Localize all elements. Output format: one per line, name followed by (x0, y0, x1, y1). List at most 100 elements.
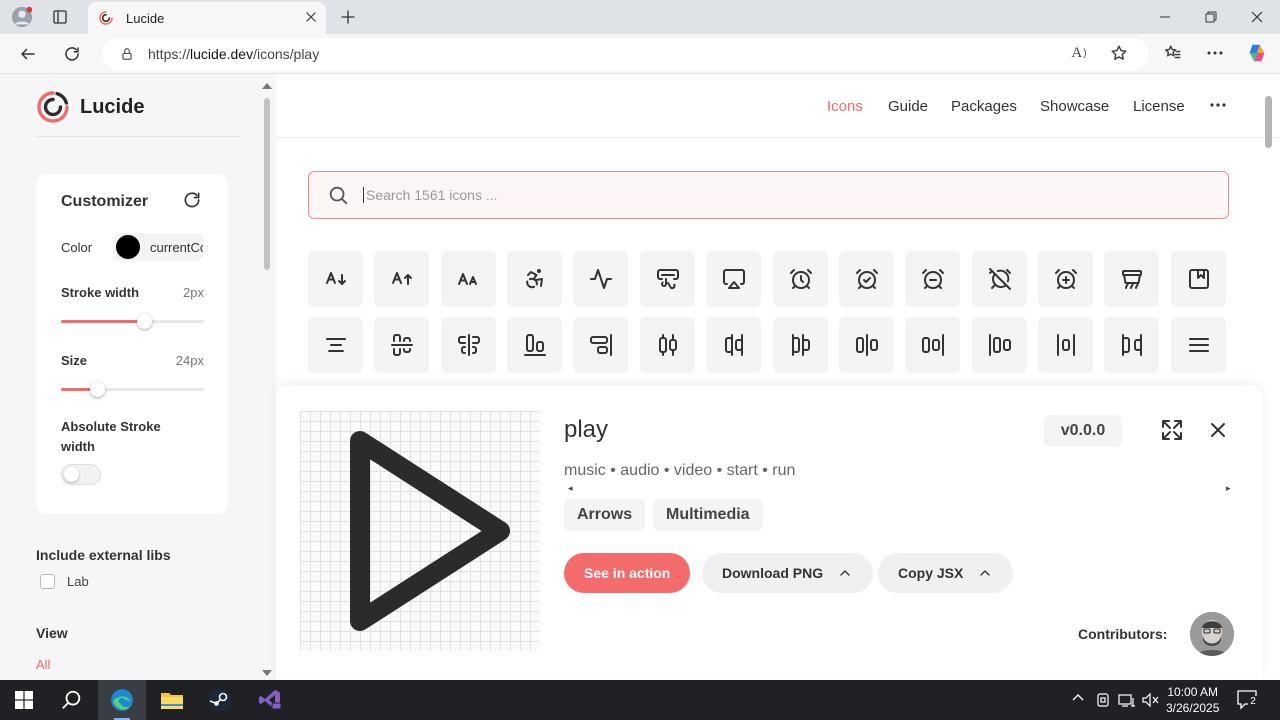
alarm-clock-off-icon[interactable] (972, 251, 1027, 307)
alarm-clock-check-icon[interactable] (839, 251, 894, 307)
align-horizontal-justify-center-icon[interactable] (839, 317, 894, 373)
align-justify-icon[interactable] (1171, 317, 1226, 373)
category-arrows-badge[interactable]: Arrows (564, 499, 646, 531)
nav-icons-link[interactable]: Icons (827, 98, 863, 115)
system-clock[interactable]: 10:00 AM 3/26/2025 (1166, 684, 1219, 716)
visual-studio-icon[interactable] (246, 680, 294, 720)
align-horizontal-space-between-icon[interactable] (1104, 317, 1159, 373)
back-arrow-icon[interactable] (14, 42, 42, 66)
edge-browser-icon[interactable] (98, 680, 146, 720)
tab-actions-icon[interactable] (46, 5, 74, 29)
a-arrow-down-icon[interactable] (308, 251, 363, 307)
tray-app-icon[interactable] (1096, 692, 1110, 708)
nav-guide-link[interactable]: Guide (888, 98, 928, 115)
network-icon[interactable] (1118, 692, 1136, 708)
category-multimedia-badge[interactable]: Multimedia (653, 499, 763, 531)
stroke-width-slider[interactable] (61, 314, 204, 329)
chevron-up-icon[interactable] (837, 565, 853, 581)
align-horizontal-distribute-end-icon[interactable] (706, 317, 761, 373)
volume-muted-icon[interactable] (1142, 692, 1160, 708)
reset-icon[interactable] (182, 190, 202, 210)
copy-jsx-button[interactable]: Copy JSX (878, 553, 1014, 593)
sidebar-scroll-down-icon[interactable] (262, 670, 272, 676)
color-swatch[interactable] (116, 235, 140, 259)
alarm-clock-icon[interactable] (773, 251, 828, 307)
align-horizontal-distribute-center-icon[interactable] (640, 317, 695, 373)
nav-license-link[interactable]: License (1133, 98, 1185, 115)
size-slider[interactable] (61, 382, 204, 397)
lab-checkbox[interactable] (40, 574, 55, 589)
tags-scroll-left-icon[interactable]: ◂ (568, 483, 573, 494)
nav-showcase-link[interactable]: Showcase (1040, 98, 1109, 115)
view-all-link[interactable]: All (36, 657, 50, 672)
taskbar-search-icon[interactable] (48, 680, 96, 720)
tray-overflow-icon[interactable] (1072, 692, 1084, 704)
restore-window-icon[interactable] (1188, 4, 1234, 30)
fullscreen-icon[interactable] (1160, 418, 1184, 442)
size-slider-knob[interactable] (89, 382, 105, 397)
align-horizontal-justify-end-icon[interactable] (905, 317, 960, 373)
icon-search-input[interactable] (363, 187, 1163, 203)
browser-tab[interactable]: Lucide (88, 2, 326, 34)
sidebar-scrollbar[interactable] (262, 80, 272, 676)
nav-packages-link[interactable]: Packages (951, 98, 1017, 115)
close-tab-icon[interactable] (304, 10, 318, 24)
steam-icon[interactable] (196, 680, 244, 720)
url-prefix: https:// (148, 46, 191, 62)
chevron-up-icon[interactable] (977, 565, 993, 581)
stroke-width-slider-knob[interactable] (136, 314, 152, 329)
main-scroll-thumb[interactable] (1265, 96, 1272, 148)
a-arrow-up-icon[interactable] (374, 251, 429, 307)
close-window-icon[interactable] (1234, 4, 1280, 30)
more-menu-icon[interactable] (1204, 42, 1226, 64)
new-tab-button[interactable] (334, 5, 362, 29)
icon-search-box[interactable] (308, 171, 1229, 219)
read-aloud-icon[interactable]: A) (1068, 42, 1090, 64)
color-picker[interactable]: currentColor (113, 233, 203, 261)
align-end-horizontal-icon[interactable] (507, 317, 562, 373)
refresh-icon[interactable] (58, 42, 86, 66)
airplay-icon[interactable] (706, 251, 761, 307)
favorite-star-icon[interactable] (1108, 42, 1130, 64)
a-large-small-icon[interactable] (441, 251, 496, 307)
copilot-icon[interactable] (1246, 42, 1268, 64)
play-icon (350, 431, 510, 631)
download-png-button[interactable]: Download PNG (702, 553, 874, 593)
contributor-avatar[interactable] (1190, 612, 1234, 656)
alarm-clock-minus-icon[interactable] (905, 251, 960, 307)
download-png-label: Download PNG (722, 565, 824, 581)
address-toolbar: https://lucide.dev/icons/play A) (0, 34, 1280, 74)
brand-logo[interactable]: Lucide (36, 90, 144, 124)
tags-scroll-right-icon[interactable]: ▸ (1226, 483, 1231, 494)
absolute-stroke-toggle[interactable] (61, 464, 101, 485)
sidebar-scroll-thumb[interactable] (264, 98, 270, 270)
align-center-icon[interactable] (308, 317, 363, 373)
url-bar[interactable]: https://lucide.dev/icons/play (102, 38, 1148, 70)
alarm-smoke-icon[interactable] (1104, 251, 1159, 307)
alarm-clock-plus-icon[interactable] (1038, 251, 1093, 307)
nav-more-icon[interactable] (1210, 97, 1226, 113)
absolute-stroke-label: Absolute Stroke width (61, 419, 161, 454)
profile-icon[interactable] (8, 5, 36, 29)
notification-center-icon[interactable]: 2 (1236, 688, 1258, 710)
accessibility-icon[interactable] (507, 251, 562, 307)
sidebar-scroll-up-icon[interactable] (262, 83, 272, 89)
version-badge[interactable]: v0.0.0 (1044, 415, 1122, 447)
align-horizontal-space-around-icon[interactable] (1038, 317, 1093, 373)
activity-icon[interactable] (573, 251, 628, 307)
windows-start-icon[interactable] (0, 680, 48, 720)
favorites-list-icon[interactable] (1162, 42, 1184, 64)
align-horizontal-justify-start-icon[interactable] (972, 317, 1027, 373)
lab-option[interactable]: Lab (40, 574, 89, 589)
align-horizontal-distribute-start-icon[interactable] (773, 317, 828, 373)
align-end-vertical-icon[interactable] (573, 317, 628, 373)
see-in-action-button[interactable]: See in action (564, 553, 691, 593)
close-detail-icon[interactable] (1206, 418, 1230, 442)
main-scrollbar[interactable] (1262, 80, 1274, 676)
album-icon[interactable] (1171, 251, 1226, 307)
align-center-horizontal-icon[interactable] (374, 317, 429, 373)
file-explorer-icon[interactable] (148, 680, 196, 720)
air-vent-icon[interactable] (640, 251, 695, 307)
align-center-vertical-icon[interactable] (441, 317, 496, 373)
minimize-window-icon[interactable] (1142, 4, 1188, 30)
